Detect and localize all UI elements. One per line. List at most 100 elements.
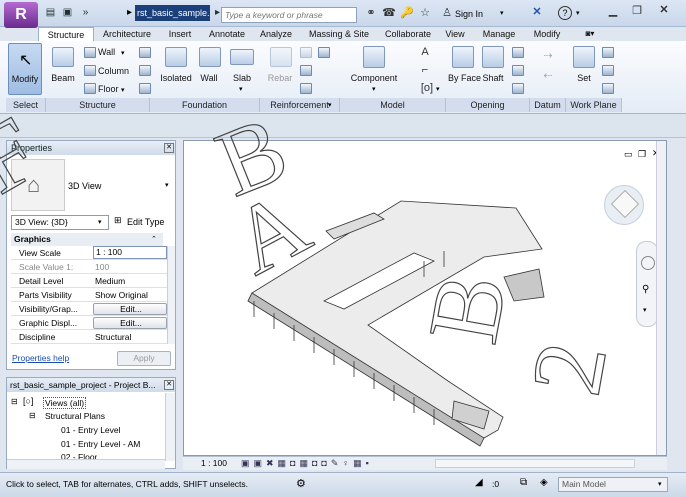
- close-icon[interactable]: ✕: [164, 380, 174, 390]
- open-icon[interactable]: ▤: [45, 7, 56, 18]
- collapse-toggle-icon[interactable]: ⊟: [11, 397, 18, 406]
- model-text-icon[interactable]: A: [418, 45, 432, 59]
- component-label[interactable]: Component: [346, 73, 402, 83]
- view-vscrollbar[interactable]: [656, 141, 666, 455]
- isolated-footing-icon[interactable]: [165, 47, 187, 67]
- set-workplane-icon[interactable]: [573, 46, 595, 68]
- by-face-icon[interactable]: [452, 46, 474, 68]
- edit-type-icon[interactable]: ⊞: [114, 215, 122, 226]
- ref-plane-icon[interactable]: [602, 65, 614, 76]
- rebar-label[interactable]: Rebar: [265, 73, 295, 83]
- panel-datum[interactable]: Datum: [530, 98, 566, 112]
- slab-icon[interactable]: [230, 49, 254, 65]
- more-icon[interactable]: »: [80, 7, 91, 18]
- graphic-display-edit-button[interactable]: Edit...: [93, 317, 167, 329]
- viewer-icon[interactable]: [602, 83, 614, 94]
- type-dropdown-icon[interactable]: ▾: [165, 181, 169, 189]
- exchange-apps-icon[interactable]: ✕: [530, 5, 544, 19]
- view-hscrollbar[interactable]: [435, 459, 635, 468]
- fabric-area-icon[interactable]: [300, 65, 312, 76]
- properties-scrollbar[interactable]: [167, 246, 175, 344]
- component-dropdown-icon[interactable]: ▾: [372, 85, 376, 93]
- apply-button[interactable]: Apply: [117, 351, 171, 366]
- views-all-node[interactable]: Views (all): [43, 397, 87, 409]
- model-group-dropdown-icon[interactable]: ▾: [436, 85, 440, 93]
- slab-dropdown-icon[interactable]: ▾: [239, 85, 243, 93]
- view-scale[interactable]: 1 : 100: [201, 457, 227, 470]
- column-button[interactable]: Column: [98, 66, 129, 76]
- user-icon[interactable]: ♙: [440, 6, 454, 20]
- ribbon-minimize-icon[interactable]: ◙▾: [578, 27, 602, 41]
- wall-foundation-label[interactable]: Wall: [194, 73, 224, 83]
- 3d-view-canvas[interactable]: ▭ ❐ ✕ ⚲ ▾ B A B 2: [183, 94, 667, 456]
- wall-opening-icon[interactable]: [512, 47, 524, 58]
- isolated-label[interactable]: Isolated: [156, 73, 196, 83]
- subscription-icon[interactable]: 🔑: [400, 6, 414, 20]
- favorites-star-icon[interactable]: ☆: [418, 6, 432, 20]
- active-model-select[interactable]: Main Model: [558, 477, 668, 492]
- beam-label[interactable]: Beam: [46, 73, 80, 83]
- steering-wheel-icon[interactable]: [641, 256, 655, 270]
- minimize-icon[interactable]: ▁: [605, 4, 621, 18]
- tab-insert[interactable]: Insert: [160, 27, 200, 41]
- show-workplane-icon[interactable]: [602, 47, 614, 58]
- panel-select[interactable]: Select: [6, 98, 46, 112]
- grid-icon[interactable]: ⇠: [541, 69, 555, 83]
- expand-arrow-icon[interactable]: ▸: [124, 7, 135, 18]
- truss-icon[interactable]: [139, 47, 151, 58]
- browser-view-item[interactable]: 01 - Entry Level - AM: [61, 439, 140, 449]
- model-dropdown-icon[interactable]: ▾: [658, 480, 662, 488]
- vertical-opening-icon[interactable]: [512, 65, 524, 76]
- wall-button[interactable]: Wall: [98, 47, 115, 57]
- view-selector[interactable]: 3D View: {3D}: [11, 215, 109, 230]
- view-control-icons[interactable]: ▣▣✖▦◘▦◘◘✎♀▦▪: [241, 457, 373, 470]
- panel-structure[interactable]: Structure: [46, 98, 150, 112]
- area-reinforcement-icon[interactable]: [300, 47, 312, 58]
- model-group-icon[interactable]: [o]: [418, 81, 436, 95]
- floor-dropdown-icon[interactable]: ▾: [121, 86, 125, 94]
- brace-icon[interactable]: [139, 65, 151, 76]
- browser-hscrollbar[interactable]: [7, 459, 165, 469]
- help-dropdown-icon[interactable]: ▾: [576, 9, 580, 17]
- panel-model[interactable]: Model: [340, 98, 446, 112]
- search-input[interactable]: Type a keyword or phrase: [221, 7, 357, 23]
- viewcube-face[interactable]: [610, 189, 640, 219]
- tab-massing-site[interactable]: Massing & Site: [300, 27, 378, 41]
- slab-label[interactable]: Slab: [227, 73, 257, 83]
- by-face-label[interactable]: By Face: [448, 73, 481, 83]
- model-line-icon[interactable]: ⌐: [418, 63, 432, 77]
- visibility-edit-button[interactable]: Edit...: [93, 303, 167, 315]
- browser-vscrollbar[interactable]: [165, 393, 175, 461]
- zoom-dropdown-icon[interactable]: ▾: [643, 306, 647, 314]
- level-icon[interactable]: ⇢: [541, 49, 555, 63]
- rebar-icon[interactable]: [270, 47, 292, 67]
- properties-help-link[interactable]: Properties help: [12, 353, 69, 363]
- graphics-group[interactable]: Graphics: [11, 233, 163, 246]
- press-drag-icon[interactable]: ◈: [540, 477, 548, 488]
- modify-button[interactable]: ↖ Modify: [8, 43, 42, 95]
- save-icon[interactable]: ▣: [62, 7, 73, 18]
- panel-work-plane[interactable]: Work Plane: [566, 98, 622, 112]
- panel-opening[interactable]: Opening: [446, 98, 530, 112]
- binoculars-icon[interactable]: ⚭: [364, 6, 378, 20]
- comm-center-icon[interactable]: ☎: [382, 6, 396, 20]
- help-icon[interactable]: ?: [558, 6, 572, 20]
- sign-in-dropdown-icon[interactable]: ▾: [500, 9, 504, 17]
- selector-dropdown-icon[interactable]: ▾: [98, 218, 102, 226]
- tab-analyze[interactable]: Analyze: [254, 27, 298, 41]
- shaft-icon[interactable]: [482, 46, 504, 68]
- browser-view-item[interactable]: 01 - Entry Level: [61, 425, 121, 435]
- fabric-sheet-icon[interactable]: [300, 83, 312, 94]
- collapse-icon[interactable]: ⌃: [151, 235, 157, 243]
- component-icon[interactable]: [363, 46, 385, 68]
- application-menu-button[interactable]: R: [4, 2, 38, 28]
- beam-icon[interactable]: [52, 47, 74, 67]
- tab-collaborate[interactable]: Collaborate: [380, 27, 436, 41]
- shaft-label[interactable]: Shaft: [478, 73, 508, 83]
- wall-foundation-icon[interactable]: [199, 47, 221, 67]
- path-reinforcement-icon[interactable]: [318, 47, 330, 58]
- tab-structure[interactable]: Structure: [38, 27, 94, 42]
- worksets-icon[interactable]: ⚙: [296, 477, 306, 490]
- tab-modify[interactable]: Modify: [526, 27, 568, 41]
- dormer-opening-icon[interactable]: [512, 83, 524, 94]
